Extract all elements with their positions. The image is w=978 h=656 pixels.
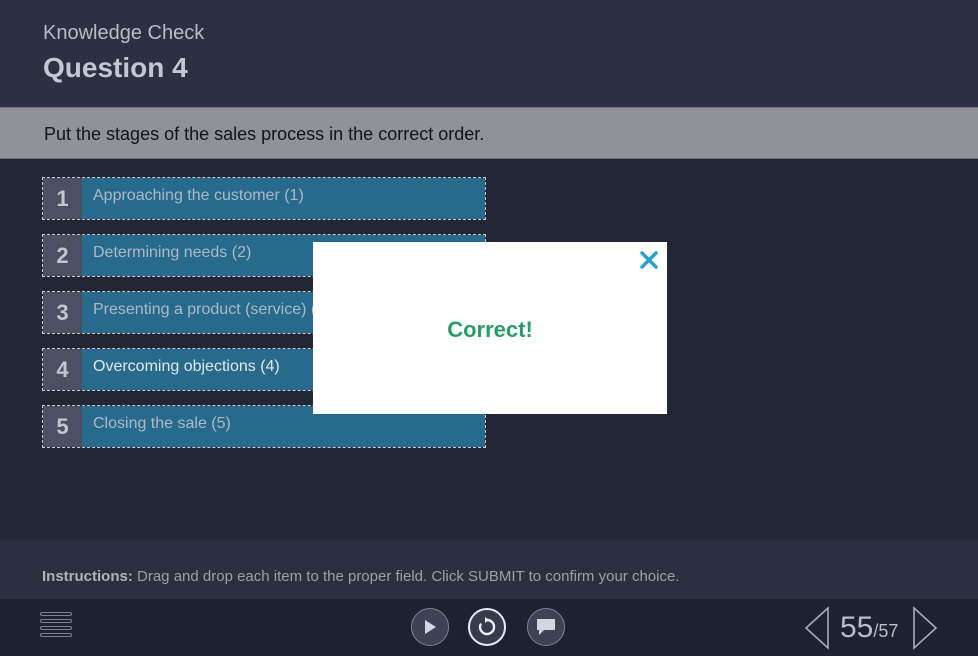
item-number: 5 (43, 406, 82, 447)
question-title: Question 4 (43, 52, 188, 83)
instructions: Instructions: Drag and drop each item to… (42, 568, 679, 585)
player-controls: 55/57 (0, 599, 978, 656)
instructions-text: Drag and drop each item to the proper fi… (132, 568, 680, 585)
item-label: Approaching the customer (1) (82, 178, 485, 219)
instructions-bar: Instructions: Drag and drop each item to… (0, 540, 978, 599)
next-slide-button[interactable] (912, 606, 938, 650)
item-number: 1 (43, 178, 82, 219)
feedback-message: Correct! (447, 317, 533, 342)
header: Knowledge Check Question 4 (0, 0, 978, 107)
prompt-bar: Put the stages of the sales process in t… (0, 107, 978, 159)
comment-button[interactable] (527, 608, 565, 646)
page-counter: 55/57 (840, 611, 898, 645)
page-current: 55 (840, 611, 874, 644)
close-button[interactable] (637, 248, 661, 272)
next-arrow-icon (913, 606, 938, 650)
feedback-popup: Correct! (313, 242, 667, 414)
play-icon (425, 620, 436, 634)
menu-icon (40, 612, 74, 637)
item-number: 4 (43, 349, 82, 390)
play-button[interactable] (411, 608, 449, 646)
replay-button[interactable] (468, 608, 506, 646)
drag-item-1[interactable]: 1 Approaching the customer (1) (42, 177, 486, 220)
prev-arrow-icon (804, 606, 829, 650)
close-icon (640, 251, 658, 269)
menu-button[interactable] (40, 612, 74, 642)
section-label: Knowledge Check (43, 22, 205, 44)
item-number: 3 (43, 292, 82, 333)
page-total: /57 (873, 621, 899, 641)
item-number: 2 (43, 235, 82, 276)
comment-icon (537, 619, 555, 635)
question-prompt: Put the stages of the sales process in t… (44, 124, 485, 144)
prev-slide-button[interactable] (804, 606, 830, 650)
replay-icon (478, 617, 496, 636)
instructions-label: Instructions: (42, 568, 133, 585)
